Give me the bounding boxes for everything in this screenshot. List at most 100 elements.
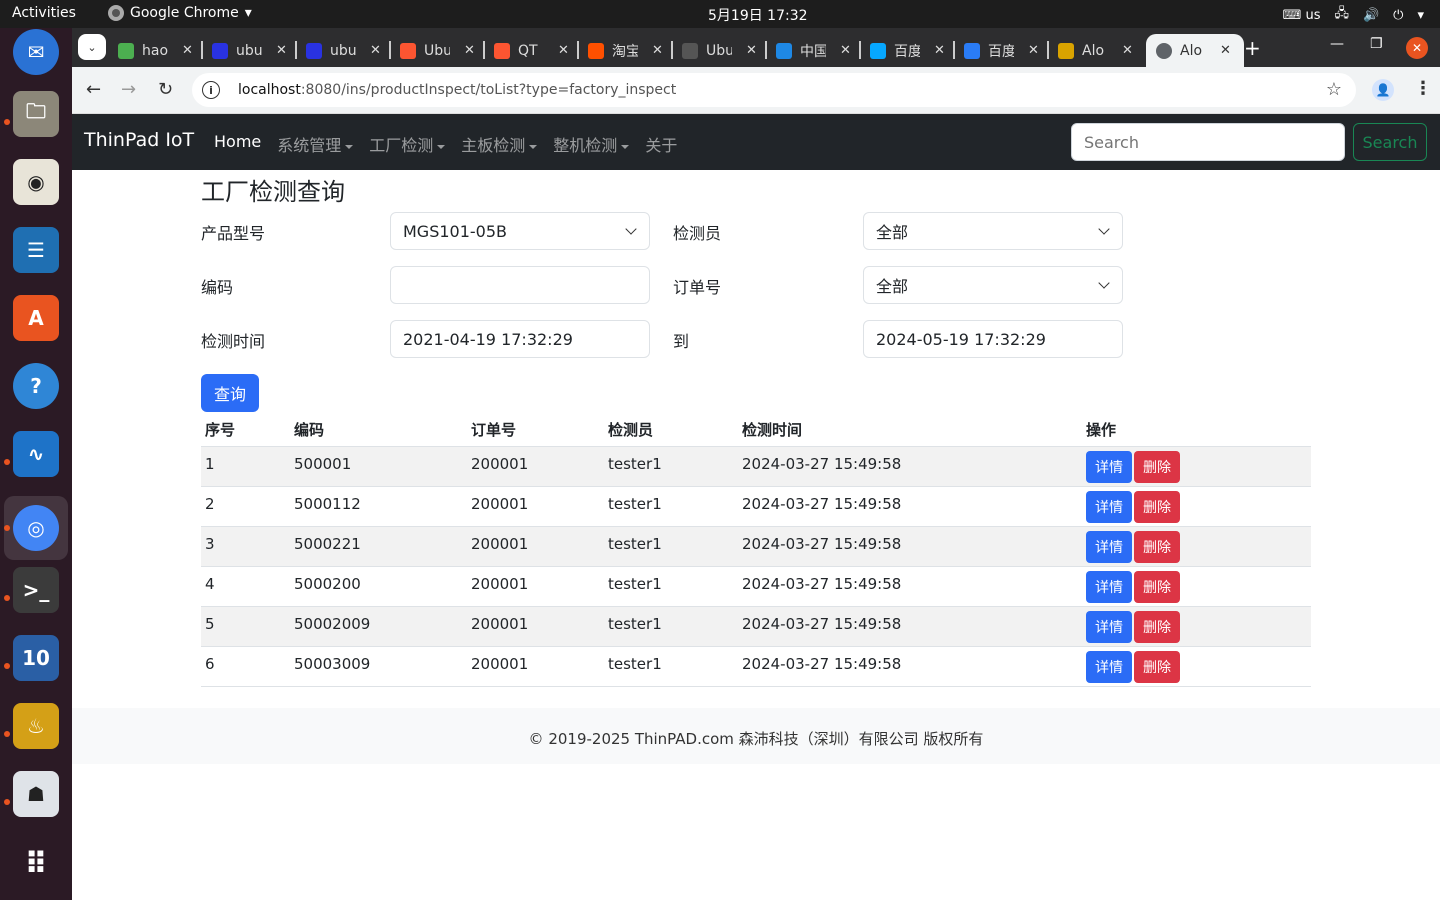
nav-link[interactable]: 主板检测 [461, 132, 538, 156]
delete-button[interactable]: 删除 [1134, 450, 1180, 483]
table-row: 6 50003009 200001 tester1 2024-03-27 15:49:5… [201, 646, 1311, 687]
activities-button[interactable]: Activities [12, 5, 76, 21]
time-from-input[interactable]: 2021-04-19 17:32:29 [390, 320, 650, 358]
tab-close-icon[interactable]: ✕ [182, 43, 193, 58]
dock-item[interactable]: ⠿ [12, 840, 60, 888]
delete-button[interactable]: 删除 [1134, 570, 1180, 603]
query-button[interactable]: 查询 [201, 374, 259, 412]
browser-tab[interactable]: QT ✕ [494, 34, 579, 67]
browser-tab[interactable]: 中国 ✕ [776, 34, 861, 67]
window-close-button[interactable]: ✕ [1406, 37, 1428, 59]
detail-button[interactable]: 详情 [1086, 610, 1132, 643]
tab-close-icon[interactable]: ✕ [1028, 43, 1039, 58]
url-input[interactable]: i localhost:8080/ins/productInspect/toLi… [192, 73, 1356, 107]
dock-item[interactable]: ◉ [12, 158, 60, 206]
inspector-select[interactable]: 全部 [863, 212, 1123, 250]
nav-search-input[interactable] [1071, 123, 1345, 161]
reload-button[interactable]: ↻ [158, 79, 173, 100]
globe-icon [1156, 42, 1172, 59]
main-content: 工厂检测查询 产品型号 MGS101-05B 检测员 全部 编码 订单号 全部 … [201, 170, 1311, 767]
nav-link[interactable]: Home [214, 132, 261, 156]
cell-time: 2024-03-27 15:49:58 [738, 526, 1082, 567]
browser-tab[interactable]: Alo ✕ [1058, 34, 1133, 67]
browser-tab[interactable]: 百度 ✕ [964, 34, 1049, 67]
code-input[interactable] [390, 266, 650, 304]
dock-item[interactable]: 10 [12, 634, 60, 682]
browser-tab[interactable]: Ubu ✕ [682, 34, 767, 67]
forward-button[interactable]: → [121, 79, 136, 100]
browser-tab[interactable]: Alo ✕ [1146, 34, 1244, 67]
back-button[interactable]: ← [86, 79, 101, 100]
system-tray[interactable]: ⌨ us 🖧 🔊 ⏻ ▾ [1283, 4, 1424, 26]
minimize-button[interactable]: — [1330, 36, 1344, 52]
form-row-2: 编码 订单号 全部 [201, 266, 1311, 320]
power-icon[interactable]: ⏻ [1393, 8, 1403, 23]
order-label: 订单号 [673, 278, 722, 297]
detail-button[interactable]: 详情 [1086, 490, 1132, 523]
browser-tab[interactable]: Ubu ✕ [400, 34, 485, 67]
dock-item[interactable]: ? [12, 362, 60, 410]
dock-item[interactable]: 🗀 [12, 90, 60, 138]
dock-item[interactable]: ♨ [12, 702, 60, 750]
cell-actions: 详情 删除 [1082, 446, 1311, 487]
tab-close-icon[interactable]: ✕ [276, 43, 287, 58]
browser-tab[interactable]: 淘宝 ✕ [588, 34, 673, 67]
time-to-input[interactable]: 2024-05-19 17:32:29 [863, 320, 1123, 358]
tab-close-icon[interactable]: ✕ [652, 43, 663, 58]
code-label: 编码 [201, 278, 234, 297]
network-icon[interactable]: 🖧 [1334, 4, 1349, 26]
maximize-button[interactable]: ❐ [1370, 36, 1383, 52]
detail-button[interactable]: 详情 [1086, 650, 1132, 683]
nav-link[interactable]: 关于 [645, 132, 677, 156]
tab-close-icon[interactable]: ✕ [1122, 43, 1133, 58]
browser-tab[interactable]: hao ✕ [118, 34, 203, 67]
browser-tab[interactable]: 百度 ✕ [870, 34, 955, 67]
tab-close-icon[interactable]: ✕ [1220, 43, 1231, 58]
browser-tab[interactable]: ubu ✕ [212, 34, 297, 67]
url-host: localhost [238, 82, 301, 98]
nav-search-button[interactable]: Search [1353, 123, 1427, 161]
dock-item[interactable]: ☗ [12, 770, 60, 818]
dock-item[interactable]: ◎ [4, 496, 68, 560]
app-name: Google Chrome [130, 5, 239, 21]
tab-close-icon[interactable]: ✕ [464, 43, 475, 58]
clock[interactable]: 5月19日 17:32 [708, 5, 808, 25]
brand-link[interactable]: ThinPad IoT [84, 129, 194, 151]
new-tab-button[interactable]: + [1244, 36, 1261, 60]
tab-close-icon[interactable]: ✕ [840, 43, 851, 58]
nav-link[interactable]: 整机检测 [553, 132, 630, 156]
tab-close-icon[interactable]: ✕ [746, 43, 757, 58]
delete-button[interactable]: 删除 [1134, 610, 1180, 643]
product-model-select[interactable]: MGS101-05B [390, 212, 650, 250]
tab-separator [482, 41, 485, 59]
dock-item[interactable]: A [12, 294, 60, 342]
tab-close-icon[interactable]: ✕ [934, 43, 945, 58]
dock-item[interactable]: ✉ [12, 28, 60, 76]
system-monitor-icon: ∿ [13, 431, 59, 477]
cell-code: 5000112 [290, 486, 467, 527]
dock-item[interactable]: ∿ [12, 430, 60, 478]
delete-button[interactable]: 删除 [1134, 650, 1180, 683]
delete-button[interactable]: 删除 [1134, 530, 1180, 563]
keyboard-layout[interactable]: ⌨ us [1283, 8, 1321, 23]
chrome-menu-button[interactable]: ⋮ [1414, 78, 1432, 99]
detail-button[interactable]: 详情 [1086, 530, 1132, 563]
site-info-icon[interactable]: i [202, 81, 220, 99]
tab-search-button[interactable]: ⌄ [78, 34, 106, 60]
caret-down-icon[interactable]: ▾ [1417, 8, 1424, 23]
bookmark-star-icon[interactable]: ☆ [1326, 79, 1342, 100]
nav-link[interactable]: 工厂检测 [369, 132, 446, 156]
detail-button[interactable]: 详情 [1086, 570, 1132, 603]
browser-tab[interactable]: ubu ✕ [306, 34, 391, 67]
tab-close-icon[interactable]: ✕ [558, 43, 569, 58]
detail-button[interactable]: 详情 [1086, 450, 1132, 483]
nav-link[interactable]: 系统管理 [277, 132, 354, 156]
dock-item[interactable]: ☰ [12, 226, 60, 274]
app-menu[interactable]: Google Chrome ▾ [108, 5, 252, 21]
delete-button[interactable]: 删除 [1134, 490, 1180, 523]
dock-item[interactable]: >_ [12, 566, 60, 614]
profile-avatar[interactable]: 👤 [1372, 79, 1394, 101]
tab-close-icon[interactable]: ✕ [370, 43, 381, 58]
volume-icon[interactable]: 🔊 [1363, 8, 1379, 23]
order-select[interactable]: 全部 [863, 266, 1123, 304]
